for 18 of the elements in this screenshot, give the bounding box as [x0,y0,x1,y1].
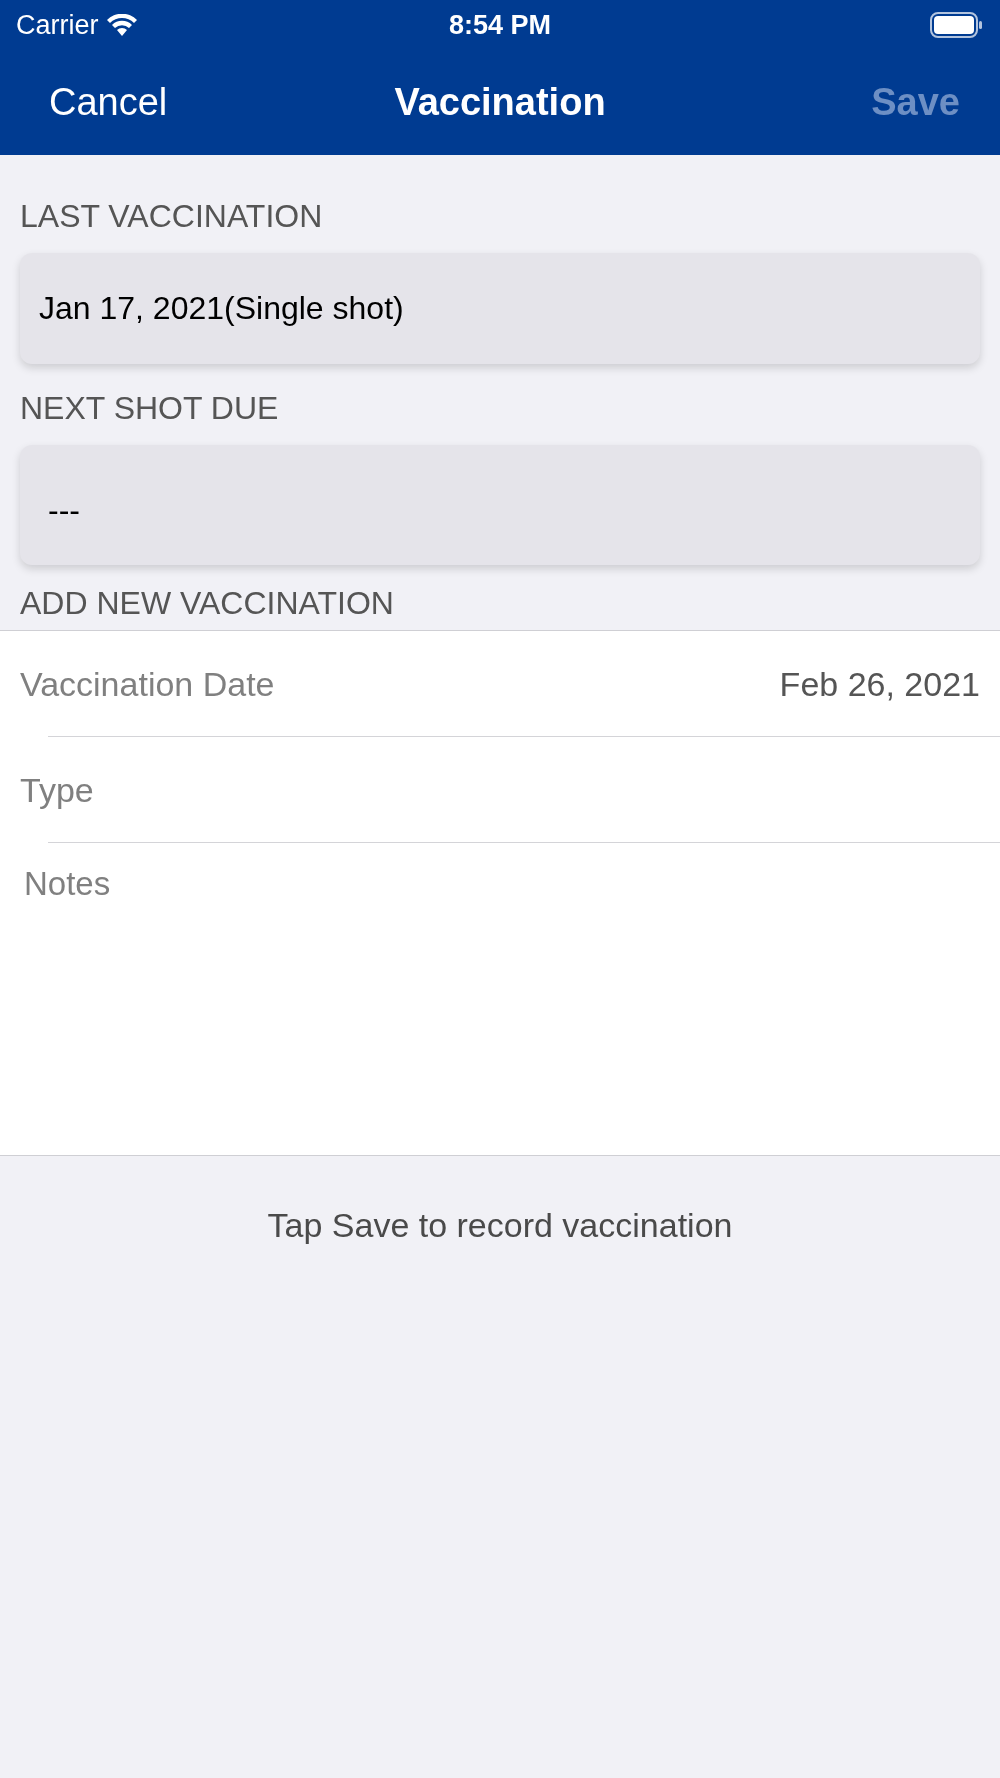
nav-title: Vaccination [394,81,606,124]
next-shot-card: --- [20,445,980,565]
carrier-label: Carrier [16,9,99,41]
cancel-button[interactable]: Cancel [49,81,168,124]
field-label: Type [20,770,94,810]
field-label: Vaccination Date [20,664,275,704]
section-header: NEXT SHOT DUE [19,390,280,427]
wifi-icon [106,14,137,36]
section-header: LAST VACCINATION [19,197,324,235]
form-row[interactable]: Vaccination Date Feb 26, 2021 [0,631,1000,737]
section-header: ADD NEW VACCINATION [19,585,395,622]
footer-hint: Tap Save to record vaccination [266,1206,734,1245]
last-vaccination-card: Jan 17, 2021(Single shot) [20,253,980,364]
form-row[interactable]: Type [0,737,1000,843]
battery-icon [930,12,984,38]
status-time: 8:54 PM [448,9,551,40]
field-value[interactable]: Feb 26, 2021 [779,664,980,704]
notes-field[interactable]: Notes [0,843,1000,1155]
